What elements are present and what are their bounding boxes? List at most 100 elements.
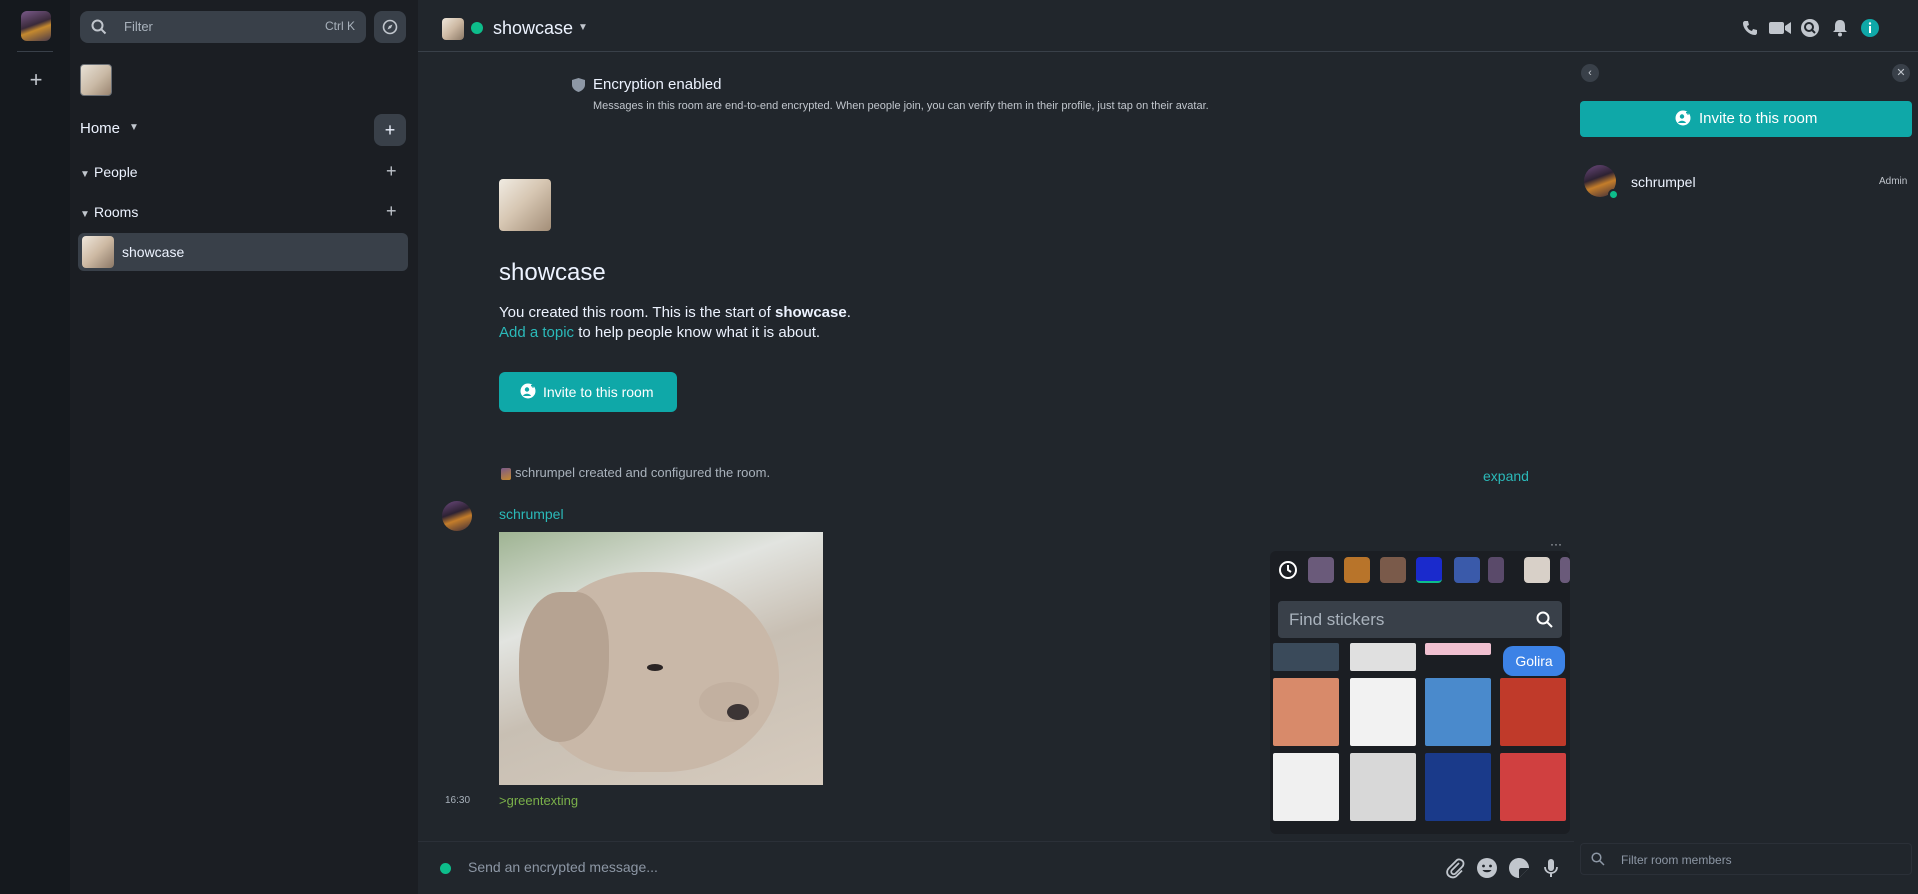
sticker-item[interactable] — [1350, 753, 1416, 821]
room-tile-showcase[interactable]: showcase — [78, 233, 408, 271]
section-people-label: People — [94, 164, 138, 180]
sticker-item[interactable] — [1350, 678, 1416, 746]
sticker-pack-tab[interactable] — [1380, 557, 1406, 583]
invite-button[interactable]: Invite to this room — [499, 372, 677, 412]
room-avatar-large[interactable] — [499, 179, 551, 231]
explore-rooms-button[interactable] — [374, 11, 406, 43]
expand-link[interactable]: expand — [1483, 468, 1529, 484]
message-body: >greentexting — [499, 793, 579, 808]
search-icon — [91, 19, 107, 40]
sticker-item[interactable] — [1273, 753, 1339, 821]
message-input[interactable]: Send an encrypted message... — [468, 859, 658, 875]
topic-rest: to help people know what it is about. — [574, 324, 821, 341]
create-space-button[interactable]: + — [24, 68, 48, 92]
sticker-picker: Find stickers Golira — [1270, 551, 1570, 834]
home-heading[interactable]: Home — [80, 120, 120, 137]
emoji-icon[interactable] — [1476, 857, 1498, 879]
close-icon[interactable]: ✕ — [1892, 64, 1910, 82]
dog-eye-shape — [647, 664, 663, 671]
message-timestamp: 16:30 — [445, 795, 471, 806]
section-rooms[interactable]: ▼ Rooms — [80, 204, 138, 220]
user-avatar[interactable] — [21, 11, 51, 41]
sticker-item[interactable] — [1425, 753, 1491, 821]
sticker-pack-tab[interactable] — [1308, 557, 1334, 583]
recent-stickers-tab[interactable] — [1275, 557, 1301, 583]
sticker-item[interactable] — [1273, 678, 1339, 746]
avatar — [501, 467, 511, 480]
created-event-text: schrumpel created and configured the roo… — [515, 465, 771, 480]
filter-members-placeholder: Filter room members — [1621, 853, 1732, 867]
encryption-title: Encryption enabled — [593, 76, 722, 93]
recent-room-avatar[interactable] — [80, 64, 112, 96]
home-add-button[interactable]: + — [374, 114, 406, 146]
chevron-down-icon[interactable]: ▼ — [578, 22, 588, 33]
message-composer: Send an encrypted message... — [418, 841, 1574, 894]
filter-members-input[interactable]: Filter room members — [1580, 843, 1912, 875]
sticker-search-placeholder: Find stickers — [1289, 610, 1385, 629]
message-image[interactable] — [499, 532, 823, 785]
filter-shortcut: Ctrl K — [325, 19, 355, 33]
shield-icon — [572, 78, 585, 97]
sticker-item[interactable] — [1273, 643, 1339, 671]
picker-more-options[interactable]: ··· — [1550, 537, 1562, 551]
filter-search-box[interactable]: Filter Ctrl K — [80, 11, 366, 43]
sticker-pack-tab[interactable] — [1524, 557, 1550, 583]
sticker-pack-tabs — [1270, 551, 1570, 591]
add-user-icon — [520, 383, 536, 402]
notifications-bell-icon[interactable] — [1830, 18, 1850, 38]
add-room-button[interactable]: + — [386, 201, 397, 222]
dog-nose-shape — [727, 704, 749, 720]
sticker-item[interactable] — [1350, 643, 1416, 671]
add-topic-link[interactable]: Add a topic — [499, 324, 574, 341]
sticker-item[interactable] — [1500, 678, 1566, 746]
sticker-icon[interactable] — [1508, 857, 1530, 879]
sticker-item[interactable] — [1500, 753, 1566, 821]
sticker-pack-tab[interactable] — [1560, 557, 1570, 583]
section-rooms-label: Rooms — [94, 204, 139, 220]
created-room-name: showcase — [774, 304, 847, 321]
search-icon — [1536, 611, 1553, 633]
sticker-pack-tab[interactable] — [1488, 557, 1504, 583]
invite-button-label: Invite to this room — [543, 384, 654, 400]
created-prefix: You created this room. This is the start… — [499, 304, 775, 321]
created-suffix: . — [846, 304, 851, 321]
room-list-panel: Filter Ctrl K Home ▼ + ▼ People + ▼ Rooms … — [70, 0, 418, 894]
room-created-event: schrumpel created and configured the roo… — [501, 465, 770, 480]
video-call-icon[interactable] — [1768, 18, 1792, 38]
attachment-icon[interactable] — [1444, 857, 1466, 879]
voice-call-icon[interactable] — [1740, 18, 1760, 38]
threads-icon[interactable] — [1800, 18, 1820, 38]
room-name[interactable]: showcase — [493, 18, 573, 39]
avatar[interactable] — [442, 501, 472, 531]
chevron-down-icon: ▼ — [80, 209, 90, 220]
app-window: + Filter Ctrl K Home ▼ + ▼ People + ▼ Room… — [0, 0, 1918, 894]
sticker-pack-tab-active[interactable] — [1416, 557, 1442, 583]
invite-button[interactable]: Invite to this room — [1580, 101, 1912, 137]
history-icon — [1279, 561, 1297, 579]
sticker-golira[interactable]: Golira — [1503, 646, 1565, 676]
member-name[interactable]: schrumpel — [1631, 174, 1696, 190]
room-avatar[interactable] — [442, 18, 464, 40]
back-button[interactable]: ‹ — [1581, 64, 1599, 82]
invite-button-label: Invite to this room — [1699, 110, 1818, 127]
compass-icon — [382, 19, 398, 35]
room-tile-name: showcase — [122, 244, 185, 260]
microphone-icon[interactable] — [1540, 857, 1562, 879]
encryption-description: Messages in this room are end-to-end enc… — [593, 100, 1209, 112]
sticker-item[interactable] — [1425, 643, 1491, 655]
space-bar: + — [0, 0, 70, 894]
sticker-pack-tab[interactable] — [1344, 557, 1370, 583]
sticker-item[interactable] — [1425, 678, 1491, 746]
sticker-search-input[interactable]: Find stickers — [1278, 601, 1562, 638]
room-topic-text: Add a topic to help people know what it … — [499, 324, 820, 341]
add-people-button[interactable]: + — [386, 161, 397, 182]
sticker-pack-tab[interactable] — [1454, 557, 1480, 583]
filter-label: Filter — [124, 19, 153, 34]
room-info-icon[interactable] — [1860, 18, 1880, 38]
message-sender[interactable]: schrumpel — [499, 506, 564, 522]
section-people[interactable]: ▼ People — [80, 164, 138, 180]
search-icon — [1591, 852, 1605, 871]
space-divider — [17, 51, 53, 52]
chevron-down-icon[interactable]: ▼ — [129, 122, 139, 133]
room-created-text: You created this room. This is the start… — [499, 304, 851, 321]
